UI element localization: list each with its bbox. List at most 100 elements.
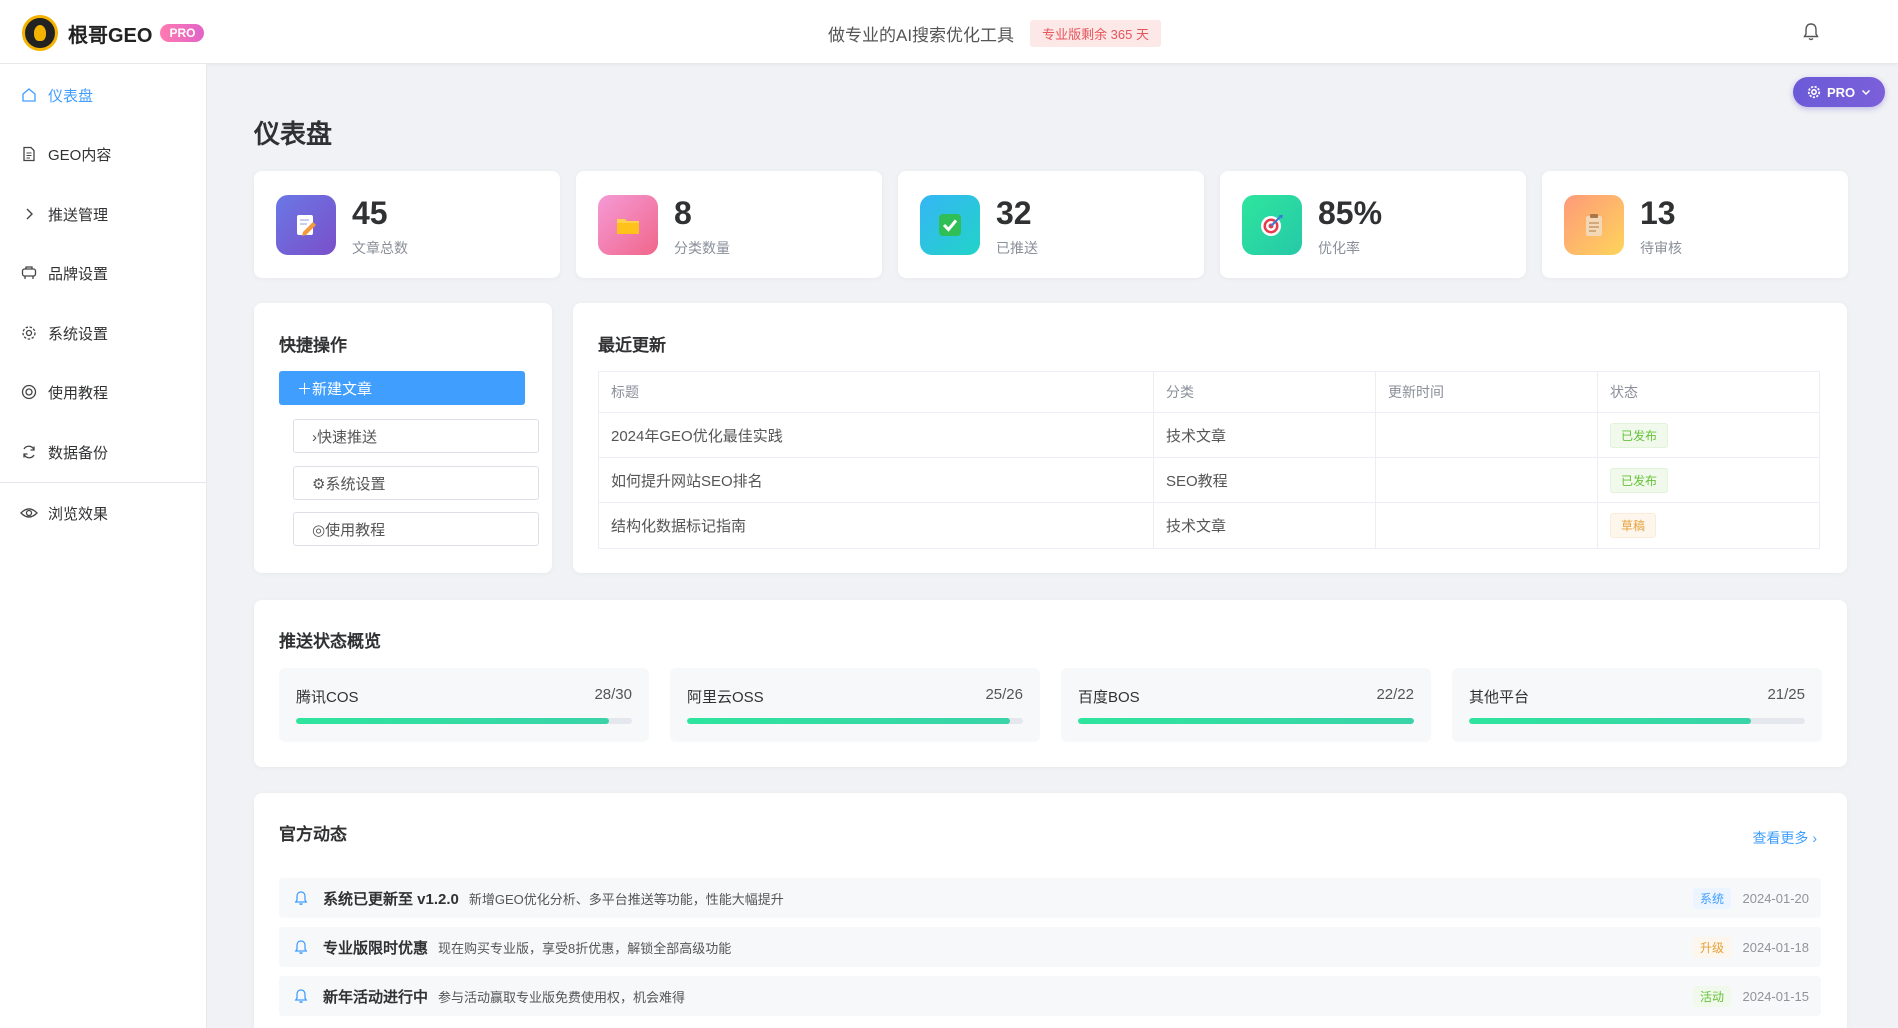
system-settings-button[interactable]: ⚙系统设置 [293,466,539,500]
platform-count: 25/26 [985,686,1023,703]
pro-menu-button[interactable]: PRO [1793,77,1886,107]
stat-value: 13 [1640,195,1676,231]
bell-icon[interactable] [1803,22,1819,42]
table-row[interactable]: 结构化数据标记指南 技术文章 草稿 [599,503,1819,548]
news-item[interactable]: 专业版限时优惠 现在购买专业版，享受8折优惠，解锁全部高级功能 升级 2024-… [279,927,1821,967]
column-header: 标题 [599,372,1154,412]
view-more-link[interactable]: 查看更多 › [1752,828,1817,848]
news-item[interactable]: 系统已更新至 v1.2.0 新增GEO优化分析、多平台推送等功能，性能大幅提升 … [279,878,1821,918]
news-date: 2024-01-15 [1742,988,1810,1004]
progress-fill [1078,718,1414,724]
page-title: 仪表盘 [254,119,333,149]
checkbox-icon [920,195,980,255]
article-category: SEO教程 [1154,458,1376,502]
pro-badge: PRO [160,24,205,42]
sidebar-item-system-settings[interactable]: 系统设置 [0,313,207,353]
column-header: 分类 [1154,372,1376,412]
push-card-aliyun: 阿里云OSS 25/26 [670,668,1040,742]
clipboard-icon [1564,195,1624,255]
push-card-other: 其他平台 21/25 [1452,668,1822,742]
table-header: 标题 分类 更新时间 状态 [599,372,1819,413]
update-time [1376,503,1598,548]
article-category: 技术文章 [1154,413,1376,457]
stat-value: 8 [674,195,692,231]
progress-track [687,718,1023,724]
view-more-label: 查看更多 [1752,830,1809,846]
pro-menu-label: PRO [1827,84,1856,100]
progress-track [1078,718,1414,724]
logo-text: 根哥GEO [68,24,153,47]
status-cell: 草稿 [1598,503,1819,548]
article-title: 结构化数据标记指南 [599,503,1154,548]
news-title: 官方动态 [279,825,347,844]
push-card-tencent: 腾讯COS 28/30 [279,668,649,742]
stat-card-articles: 45 文章总数 [254,171,560,278]
chevron-right-icon [20,205,38,223]
quick-push-button[interactable]: ›快速推送 [293,419,539,453]
stat-card-categories: 8 分类数量 [576,171,882,278]
sidebar-item-tutorial[interactable]: 使用教程 [0,372,207,412]
logo[interactable]: 根哥GEO PRO [22,15,205,51]
status-cell: 已发布 [1598,413,1819,457]
progress-track [296,718,632,724]
bell-icon [294,891,308,905]
bell-icon [294,940,308,954]
article-title: 如何提升网站SEO排名 [599,458,1154,502]
stat-label: 优化率 [1318,240,1360,256]
sidebar-item-label: GEO内容 [48,146,112,164]
quick-actions-panel: 快捷操作 ＋新建文章 ›快速推送 ⚙系统设置 ◎使用教程 [254,303,552,573]
article-title: 2024年GEO优化最佳实践 [599,413,1154,457]
recent-updates-title: 最近更新 [598,336,666,355]
stat-card-pushed: 32 已推送 [898,171,1204,278]
stat-label: 分类数量 [674,240,730,256]
subscription-badge: 专业版剩余 365 天 [1030,20,1161,47]
brand-icon [20,264,38,282]
platform-count: 28/30 [594,686,632,703]
sidebar-item-label: 仪表盘 [48,87,94,105]
news-item[interactable]: 新年活动进行中 参与活动赢取专业版免费使用权，机会难得 活动 2024-01-1… [279,976,1821,1016]
tutorial-button[interactable]: ◎使用教程 [293,512,539,546]
table-row[interactable]: 如何提升网站SEO排名 SEO教程 已发布 [599,458,1819,503]
update-time [1376,413,1598,457]
stat-label: 待审核 [1640,240,1682,256]
table-row[interactable]: 2024年GEO优化最佳实践 技术文章 已发布 [599,413,1819,458]
news-item-desc: 现在购买专业版，享受8折优惠，解锁全部高级功能 [438,940,732,956]
header-slogan: 做专业的AI搜索优化工具 [828,26,1015,45]
sidebar-item-browse-effect[interactable]: 浏览效果 [0,493,207,533]
eye-icon [20,504,38,522]
news-tag: 系统 [1692,887,1731,909]
article-category: 技术文章 [1154,503,1376,548]
folder-icon [598,195,658,255]
bell-icon [294,989,308,1003]
stat-label: 已推送 [996,240,1038,256]
progress-fill [687,718,1011,724]
progress-fill [296,718,610,724]
gear-icon [1807,85,1821,99]
news-item-title: 专业版限时优惠 [323,939,429,957]
news-date: 2024-01-20 [1742,890,1810,906]
platform-name: 阿里云OSS [687,689,764,706]
sidebar-item-label: 使用教程 [48,384,109,402]
sidebar-item-label: 浏览效果 [48,505,109,523]
platform-name: 百度BOS [1078,689,1140,706]
sidebar-item-push-management[interactable]: 推送管理 [0,194,207,234]
sidebar-item-dashboard[interactable]: 仪表盘 [0,75,207,115]
stat-value: 85% [1318,195,1383,231]
document-icon [20,145,38,163]
sidebar-divider [0,482,207,483]
sidebar-item-geo-content[interactable]: GEO内容 [0,134,207,174]
news-tag: 升级 [1692,936,1731,958]
gear-icon [20,324,38,342]
sidebar-item-brand-settings[interactable]: 品牌设置 [0,253,207,293]
news-item-desc: 参与活动赢取专业版免费使用权，机会难得 [438,989,686,1005]
edit-document-icon [276,195,336,255]
push-status-title: 推送状态概览 [279,632,381,651]
news-panel: 官方动态 查看更多 › 系统已更新至 v1.2.0 新增GEO优化分析、多平台推… [254,793,1847,1028]
sidebar-item-label: 系统设置 [48,325,109,343]
sidebar-item-data-backup[interactable]: 数据备份 [0,432,207,472]
new-article-button[interactable]: ＋新建文章 [279,371,525,405]
progress-track [1469,718,1805,724]
quick-actions-title: 快捷操作 [279,336,347,355]
platform-name: 其他平台 [1469,689,1530,706]
news-item-desc: 新增GEO优化分析、多平台推送等功能，性能大幅提升 [468,891,784,907]
